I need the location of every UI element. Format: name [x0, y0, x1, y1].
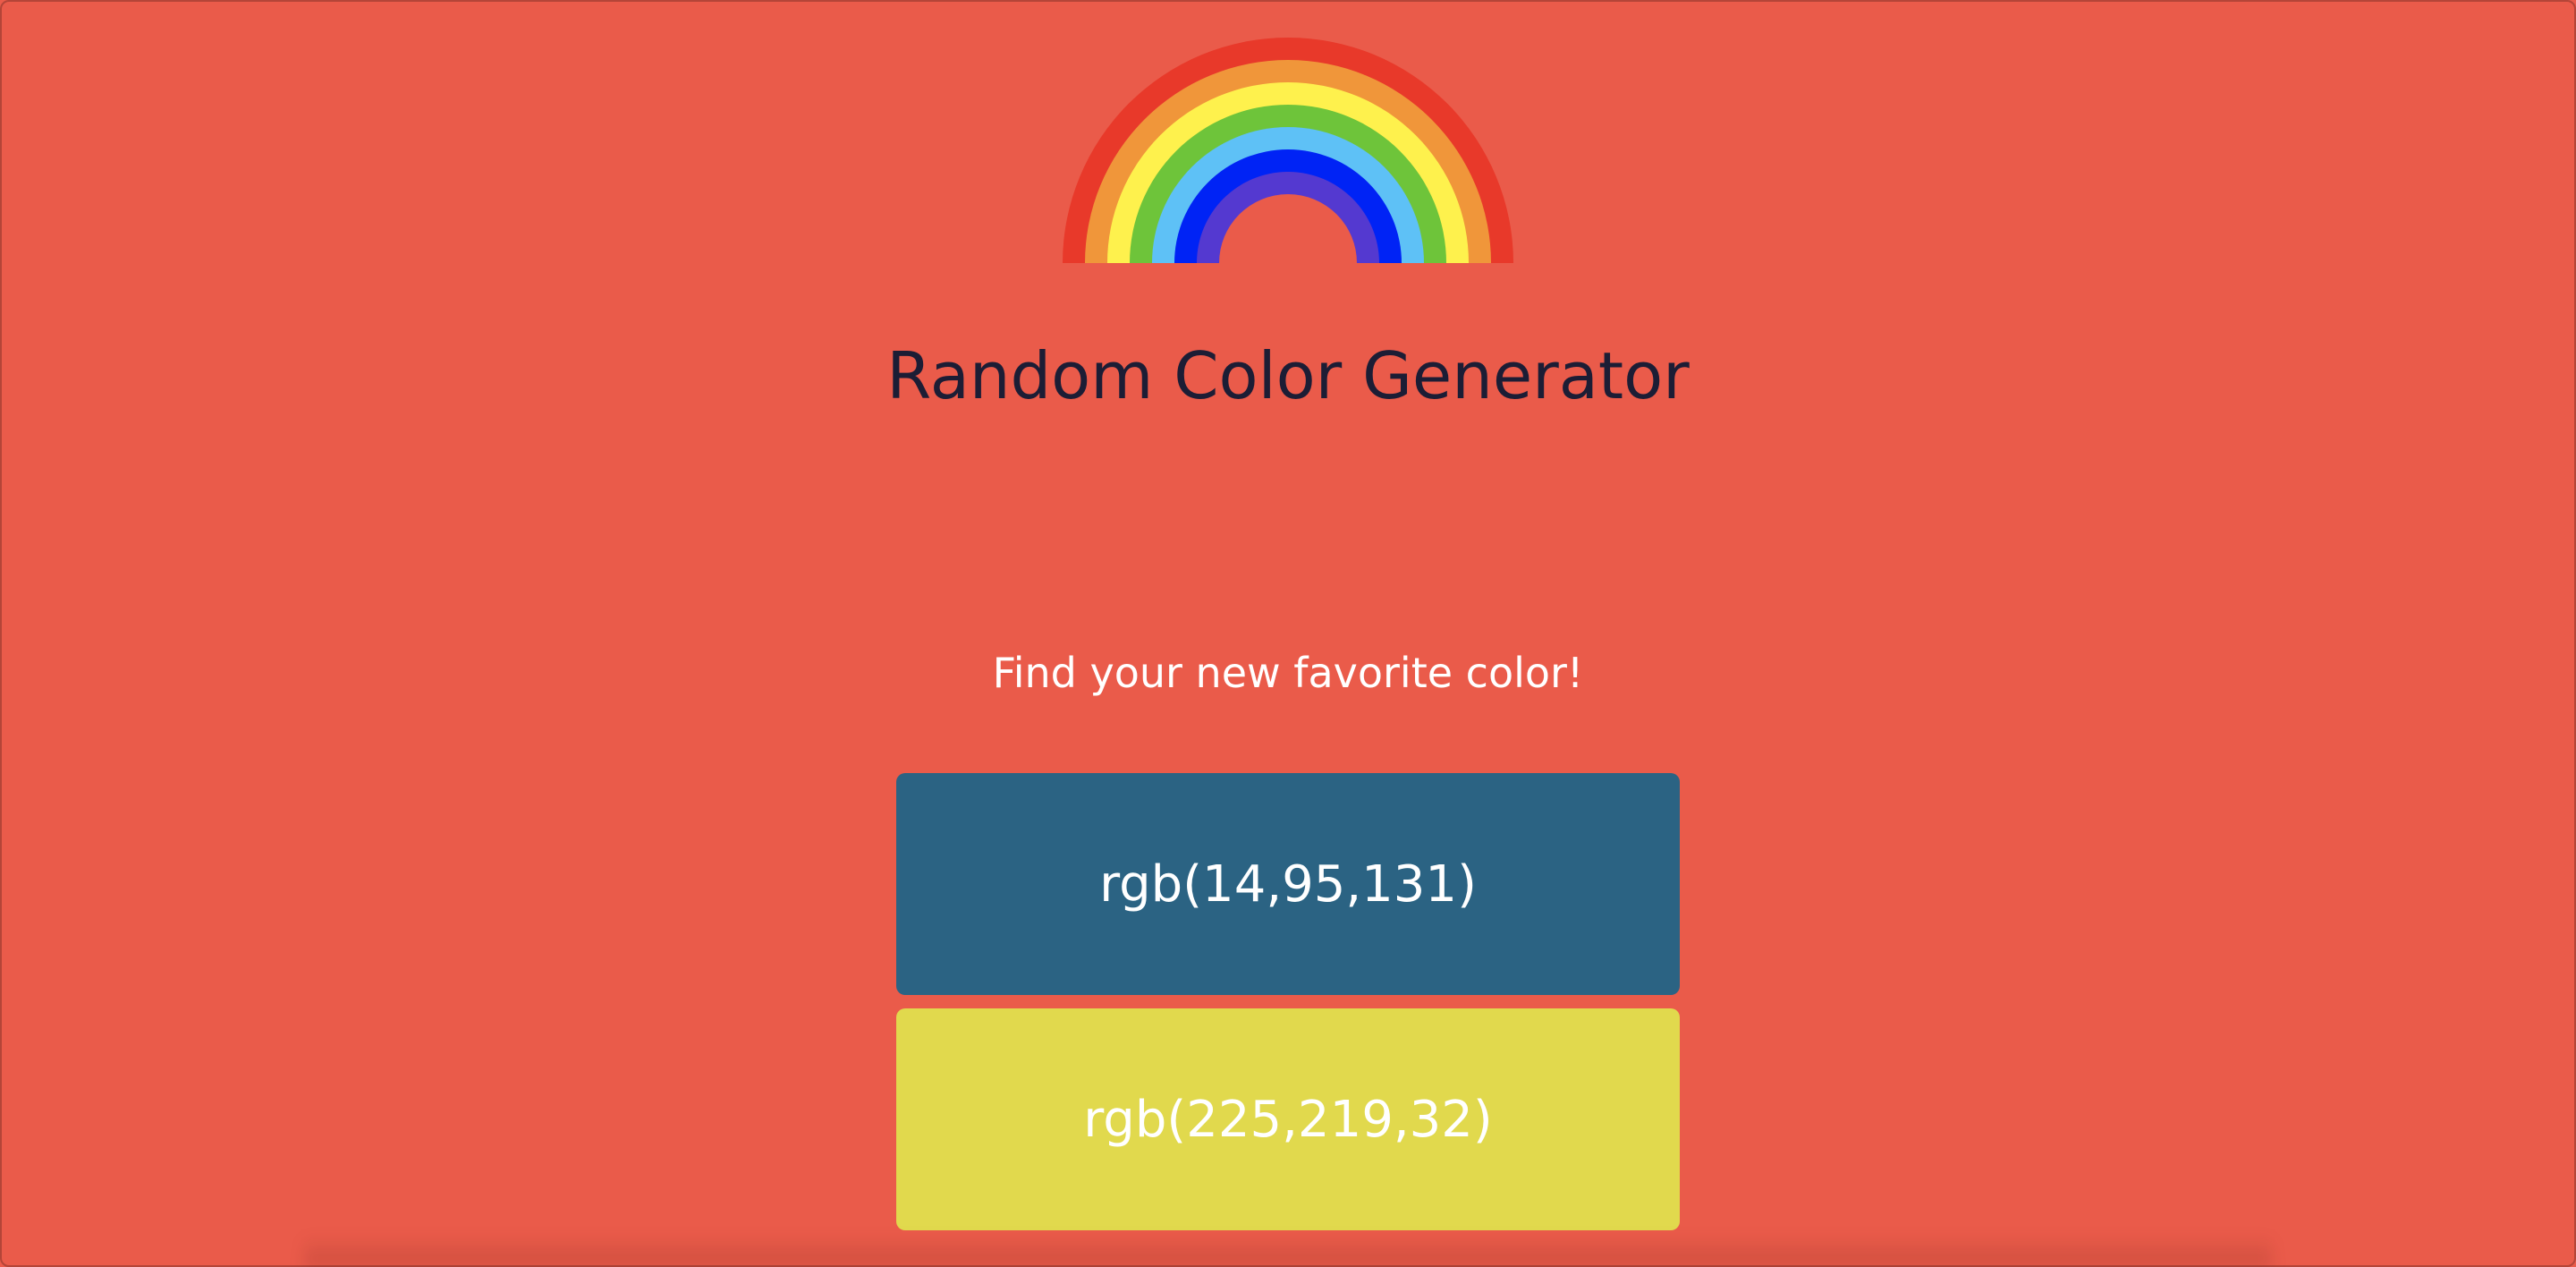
color-swatch-label: rgb(225,219,32)	[1083, 1090, 1493, 1149]
color-swatch-2[interactable]: rgb(225,219,32)	[896, 1008, 1680, 1230]
color-swatch-label: rgb(14,95,131)	[1099, 855, 1477, 914]
color-swatch-1[interactable]: rgb(14,95,131)	[896, 773, 1680, 995]
subtitle-text: Find your new favorite color!	[992, 649, 1584, 697]
rainbow-icon	[1063, 23, 1513, 263]
page-title: Random Color Generator	[886, 338, 1690, 413]
bottom-shadow	[304, 1235, 2272, 1267]
